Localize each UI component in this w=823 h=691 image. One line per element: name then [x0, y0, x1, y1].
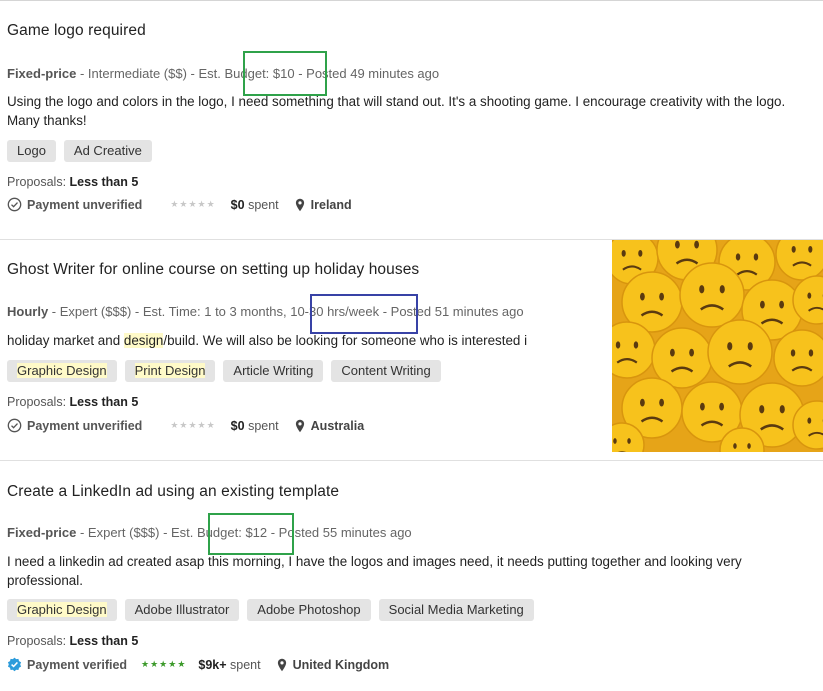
payment-status: Payment unverified: [27, 418, 143, 433]
job-title[interactable]: Ghost Writer for online course on settin…: [7, 261, 419, 279]
client-rating: ★★★★★: [141, 659, 187, 669]
skill-tag[interactable]: Print Design: [124, 360, 216, 382]
spent-label: spent: [230, 657, 261, 672]
client-rating: ★★★★★: [170, 420, 216, 430]
proposals-value: Less than 5: [69, 175, 139, 189]
job-meta-details: - Expert ($$$) - Est. Time: 1 to 3 month…: [51, 304, 524, 319]
spent-label: spent: [248, 418, 279, 433]
skill-tag[interactable]: Graphic Design: [7, 599, 117, 621]
client-spent: $0 spent: [231, 198, 279, 212]
location-name: United Kingdom: [292, 657, 390, 672]
job-card[interactable]: Game logo required Fixed-price - Interme…: [0, 1, 823, 240]
spent-amount: $9k+: [198, 657, 227, 672]
location-name: Australia: [310, 418, 365, 433]
sad-face-emoji: [679, 262, 745, 328]
client-location: Australia: [295, 418, 365, 433]
sad-face-emoji: [775, 240, 823, 281]
proposals-label: Proposals:: [7, 634, 67, 648]
skill-tags: Graphic Design Print Design Article Writ…: [7, 360, 441, 382]
job-title[interactable]: Create a LinkedIn ad using an existing t…: [7, 483, 339, 501]
skill-tag[interactable]: Logo: [7, 140, 56, 162]
job-meta: Fixed-price - Intermediate ($$) - Est. B…: [7, 66, 439, 81]
skill-tags: Logo Ad Creative: [7, 140, 152, 162]
proposals-value: Less than 5: [69, 395, 139, 409]
skill-tag[interactable]: Adobe Illustrator: [124, 599, 240, 621]
payment-unverified-icon: [7, 418, 22, 433]
job-card[interactable]: Ghost Writer for online course on settin…: [0, 240, 823, 461]
skill-tag[interactable]: Article Writing: [223, 360, 324, 382]
skill-tags: Graphic Design Adobe Illustrator Adobe P…: [7, 599, 534, 621]
payment-verified-icon: [7, 657, 22, 672]
proposals-label: Proposals:: [7, 175, 67, 189]
job-meta-details: - Intermediate ($$) - Est. Budget: $10 -…: [79, 66, 440, 81]
location-pin-icon: [277, 658, 286, 671]
job-type: Fixed-price: [7, 66, 77, 81]
job-description: Using the logo and colors in the logo, I…: [7, 94, 786, 128]
job-meta: Fixed-price - Expert ($$$) - Est. Budget…: [7, 525, 412, 540]
proposals-count: Proposals: Less than 5: [7, 175, 138, 189]
location-pin-icon: [295, 419, 304, 432]
skill-tag[interactable]: Content Writing: [331, 360, 441, 382]
proposals-label: Proposals:: [7, 395, 67, 409]
job-type: Hourly: [7, 304, 49, 319]
job-meta-details: - Expert ($$$) - Est. Budget: $12 - Post…: [79, 525, 412, 540]
payment-status: Payment unverified: [27, 197, 143, 212]
client-rating: ★★★★★: [170, 199, 216, 209]
client-spent: $9k+ spent: [198, 658, 260, 672]
spent-label: spent: [248, 197, 279, 212]
client-spent: $0 spent: [231, 419, 279, 433]
sad-face-emoji: [707, 319, 773, 385]
spent-amount: $0: [230, 418, 245, 433]
client-location: United Kingdom: [277, 657, 390, 672]
client-info: Payment unverified ★★★★★ $0 spent Irelan…: [7, 197, 352, 212]
client-info: Payment unverified ★★★★★ $0 spent Austra…: [7, 418, 364, 433]
spent-amount: $0: [230, 197, 245, 212]
skill-tag[interactable]: Social Media Marketing: [378, 599, 534, 621]
client-info: Payment verified ★★★★★ $9k+ spent United…: [7, 657, 389, 672]
job-type: Fixed-price: [7, 525, 77, 540]
sad-face-emoji: [773, 329, 823, 387]
sad-face-emoji-collage: [612, 240, 823, 452]
job-description: holiday market and design/build. We will…: [7, 333, 528, 348]
skill-tag[interactable]: Adobe Photoshop: [247, 599, 371, 621]
proposals-value: Less than 5: [69, 634, 139, 648]
search-highlight: design: [123, 333, 164, 348]
sad-face-emoji-icon: [612, 240, 823, 452]
skill-tag[interactable]: Ad Creative: [63, 140, 152, 162]
job-card[interactable]: Create a LinkedIn ad using an existing t…: [0, 461, 823, 691]
payment-unverified-icon: [7, 197, 22, 212]
proposals-count: Proposals: Less than 5: [7, 634, 138, 648]
client-location: Ireland: [295, 198, 352, 212]
location-name: Ireland: [310, 197, 352, 212]
skill-tag[interactable]: Graphic Design: [7, 360, 117, 382]
job-title[interactable]: Game logo required: [7, 22, 146, 40]
payment-status: Payment verified: [27, 657, 128, 672]
proposals-count: Proposals: Less than 5: [7, 395, 138, 409]
location-pin-icon: [295, 198, 304, 211]
job-meta: Hourly - Expert ($$$) - Est. Time: 1 to …: [7, 304, 524, 319]
job-description: I need a linkedin ad created asap this m…: [7, 554, 742, 588]
